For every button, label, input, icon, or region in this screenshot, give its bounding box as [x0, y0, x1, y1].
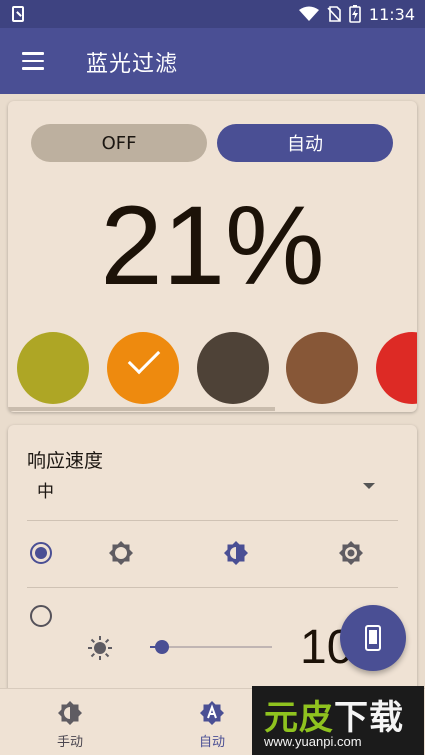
brightness-auto-icon: [200, 701, 224, 725]
auto-button[interactable]: 自动: [217, 124, 393, 162]
brightness-slider-thumb[interactable]: [155, 640, 170, 654]
radio-auto-brightness[interactable]: [30, 542, 52, 564]
swatch-red[interactable]: [376, 332, 417, 404]
divider: [27, 587, 398, 588]
brightness-high-icon[interactable]: [337, 539, 365, 567]
app-bar: 蓝光过滤: [0, 28, 425, 94]
filter-card: OFF 自动 21%: [8, 101, 417, 412]
brightness-slider[interactable]: [150, 640, 272, 654]
nav-manual-label: 手动: [56, 735, 83, 750]
swatch-amber[interactable]: [107, 332, 179, 404]
response-speed-dropdown[interactable]: 中: [37, 477, 54, 502]
radio-manual-brightness[interactable]: [30, 605, 52, 627]
brightness-manual-icon: [58, 701, 82, 725]
filter-intensity: 21%: [100, 183, 325, 308]
phone-icon: [365, 625, 381, 651]
nav-auto[interactable]: 自动: [157, 689, 267, 755]
status-time: 11:34: [368, 4, 415, 24]
brightness-auto-icon[interactable]: [222, 539, 250, 567]
swatch-brown[interactable]: [286, 332, 358, 404]
watermark-url: www.yuanpi.com: [264, 734, 362, 749]
response-speed-label: 响应速度: [27, 450, 104, 472]
swatch-dark-brown[interactable]: [197, 332, 269, 404]
chevron-down-icon[interactable]: [363, 483, 375, 489]
status-bar: 11:34: [0, 0, 425, 28]
check-icon: [127, 341, 161, 375]
watermark-logo: 元皮下载: [264, 698, 404, 738]
horizontal-scroll-indicator: [8, 407, 275, 411]
screen-filter-fab[interactable]: [340, 605, 406, 671]
swatch-olive[interactable]: [17, 332, 89, 404]
divider: [27, 520, 398, 521]
brightness-low-icon[interactable]: [107, 539, 135, 567]
brightness-icon: [88, 636, 112, 660]
nav-auto-label: 自动: [198, 735, 225, 750]
watermark: 元皮下载 www.yuanpi.com: [252, 686, 424, 755]
off-button[interactable]: OFF: [31, 124, 207, 162]
wifi-icon: [298, 6, 319, 21]
page-title: 蓝光过滤: [86, 52, 179, 77]
no-sim-icon: [327, 6, 341, 22]
battery-charging-icon: [349, 5, 361, 23]
menu-icon[interactable]: [22, 52, 44, 70]
nav-manual[interactable]: 手动: [15, 689, 125, 755]
status-icons: 11:34: [298, 4, 415, 24]
notification-icon: [12, 6, 24, 22]
